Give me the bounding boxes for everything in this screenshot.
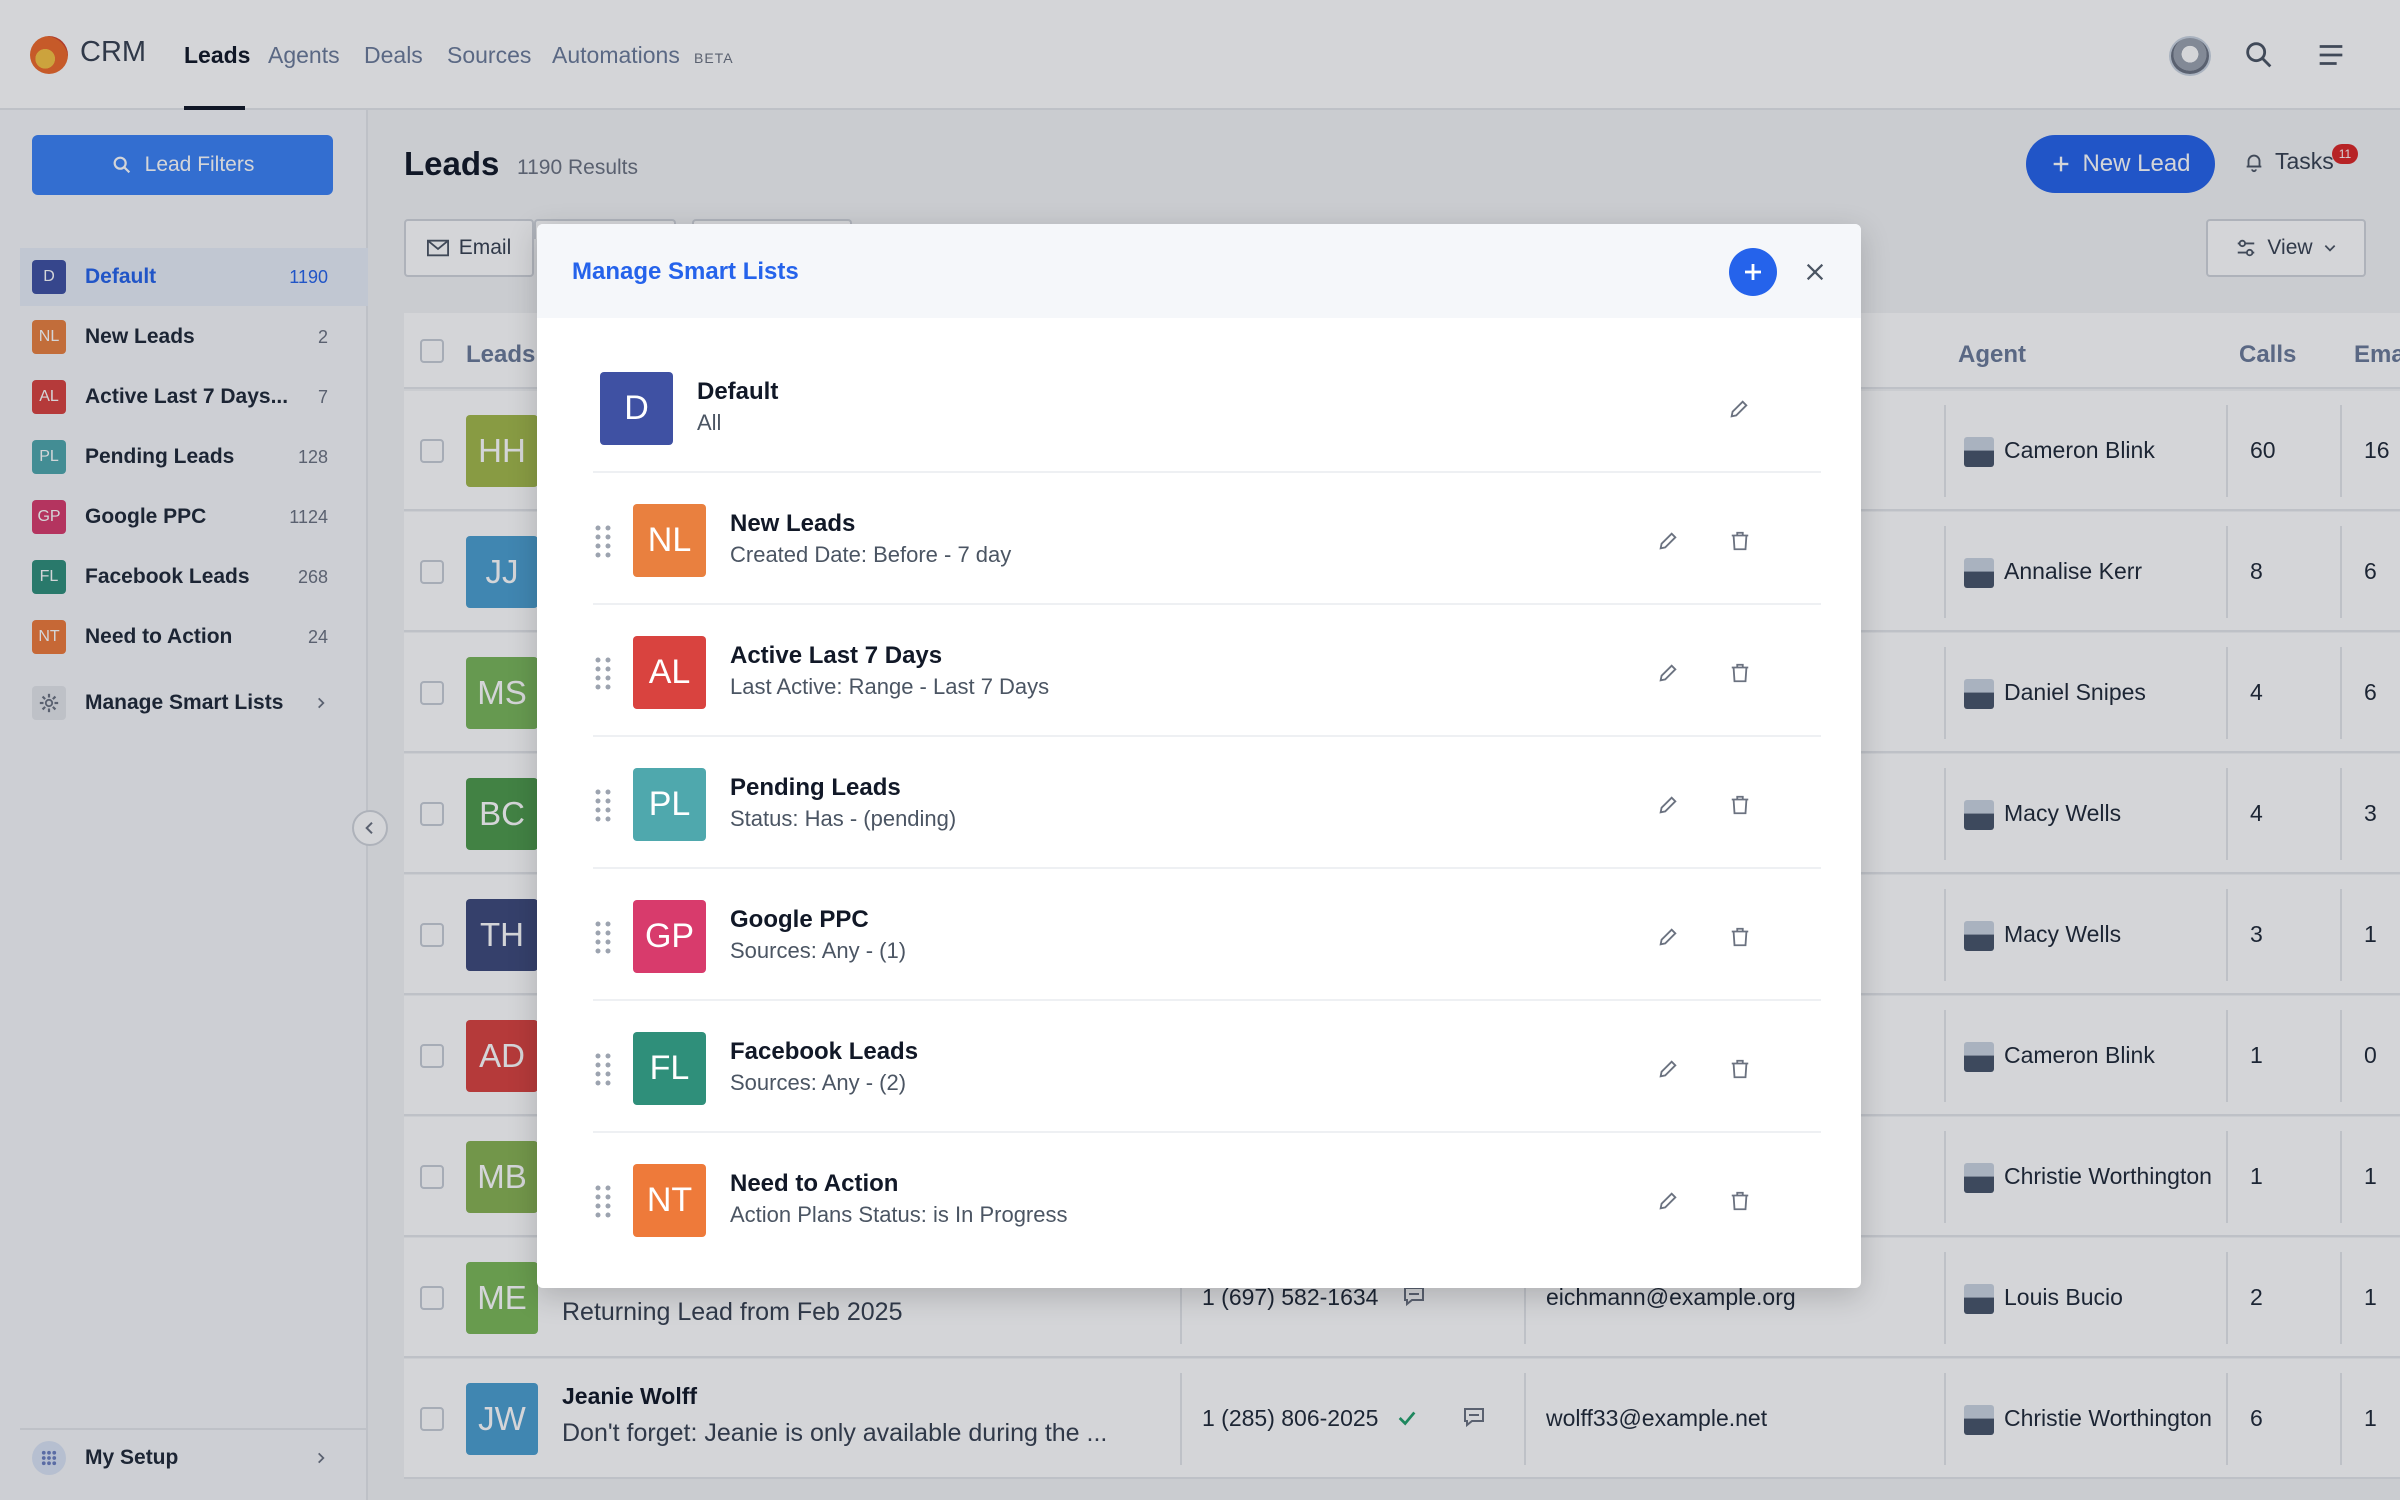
smart-list-badge: D [600, 372, 673, 445]
smart-list-description: Status: Has - (pending) [730, 806, 957, 831]
manage-smart-lists-modal: Manage Smart Lists D Default All NL New … [537, 224, 1861, 1288]
trash-icon [1731, 1059, 1749, 1079]
smart-list-description: Last Active: Range - Last 7 Days [730, 674, 1050, 699]
add-smart-list-button[interactable] [1729, 248, 1777, 296]
delete-smart-list-button[interactable] [1725, 790, 1755, 820]
smart-list-name: Active Last 7 Days [730, 642, 943, 669]
smart-list-row-need-to-action[interactable]: NT Need to Action Action Plans Status: i… [593, 1134, 1821, 1265]
drag-handle-icon[interactable] [593, 524, 613, 560]
trash-icon [1731, 927, 1749, 947]
smart-list-row-google-ppc[interactable]: GP Google PPC Sources: Any - (1) [593, 870, 1821, 1001]
drag-handle-icon[interactable] [593, 656, 613, 692]
close-icon [1806, 263, 1824, 281]
smart-list-badge: GP [633, 900, 706, 973]
edit-smart-list-button[interactable] [1653, 1054, 1683, 1084]
smart-list-name: New Leads [730, 510, 856, 537]
delete-smart-list-button[interactable] [1725, 1186, 1755, 1216]
close-modal-button[interactable] [1799, 256, 1831, 288]
smart-list-row-pending-leads[interactable]: PL Pending Leads Status: Has - (pending) [593, 738, 1821, 869]
edit-smart-list-button[interactable] [1653, 526, 1683, 556]
delete-smart-list-button[interactable] [1725, 526, 1755, 556]
pencil-icon [1659, 664, 1677, 682]
smart-list-name: Google PPC [730, 906, 869, 933]
smart-list-row-default: D Default All [593, 342, 1821, 473]
smart-list-name: Facebook Leads [730, 1038, 919, 1065]
edit-smart-list-button[interactable] [1653, 658, 1683, 688]
smart-list-badge: AL [633, 636, 706, 709]
smart-list-name: Need to Action [730, 1170, 899, 1197]
drag-handle-icon[interactable] [593, 1052, 613, 1088]
smart-list-name: Pending Leads [730, 774, 901, 801]
smart-list-name: Default [697, 378, 779, 405]
trash-icon [1731, 531, 1749, 551]
smart-list-description: All [697, 410, 722, 435]
smart-list-description: Sources: Any - (2) [730, 1070, 907, 1095]
trash-icon [1731, 795, 1749, 815]
delete-smart-list-button[interactable] [1725, 1054, 1755, 1084]
smart-list-row-facebook-leads[interactable]: FL Facebook Leads Sources: Any - (2) [593, 1002, 1821, 1133]
pencil-icon [1730, 400, 1748, 418]
trash-icon [1731, 663, 1749, 683]
smart-list-badge: PL [633, 768, 706, 841]
edit-smart-list-button[interactable] [1724, 394, 1754, 424]
pencil-icon [1659, 532, 1677, 550]
drag-handle-icon[interactable] [593, 920, 613, 956]
smart-list-badge: FL [633, 1032, 706, 1105]
smart-list-badge: NT [633, 1164, 706, 1237]
smart-list-badge: NL [633, 504, 706, 577]
smart-list-row-new-leads[interactable]: NL New Leads Created Date: Before - 7 da… [593, 474, 1821, 605]
delete-smart-list-button[interactable] [1725, 658, 1755, 688]
smart-list-row-active-last-7-days[interactable]: AL Active Last 7 Days Last Active: Range… [593, 606, 1821, 737]
edit-smart-list-button[interactable] [1653, 922, 1683, 952]
drag-handle-icon[interactable] [593, 1184, 613, 1220]
smart-list-description: Action Plans Status: is In Progress [730, 1202, 1068, 1227]
drag-handle-icon[interactable] [593, 788, 613, 824]
pencil-icon [1659, 1060, 1677, 1078]
smart-list-description: Created Date: Before - 7 day [730, 542, 1012, 567]
pencil-icon [1659, 796, 1677, 814]
delete-smart-list-button[interactable] [1725, 922, 1755, 952]
pencil-icon [1659, 1192, 1677, 1210]
plus-icon [1745, 264, 1761, 280]
edit-smart-list-button[interactable] [1653, 1186, 1683, 1216]
pencil-icon [1659, 928, 1677, 946]
trash-icon [1731, 1191, 1749, 1211]
edit-smart-list-button[interactable] [1653, 790, 1683, 820]
modal-header: Manage Smart Lists [537, 224, 1861, 318]
modal-title: Manage Smart Lists [572, 258, 799, 285]
smart-list-description: Sources: Any - (1) [730, 938, 907, 963]
